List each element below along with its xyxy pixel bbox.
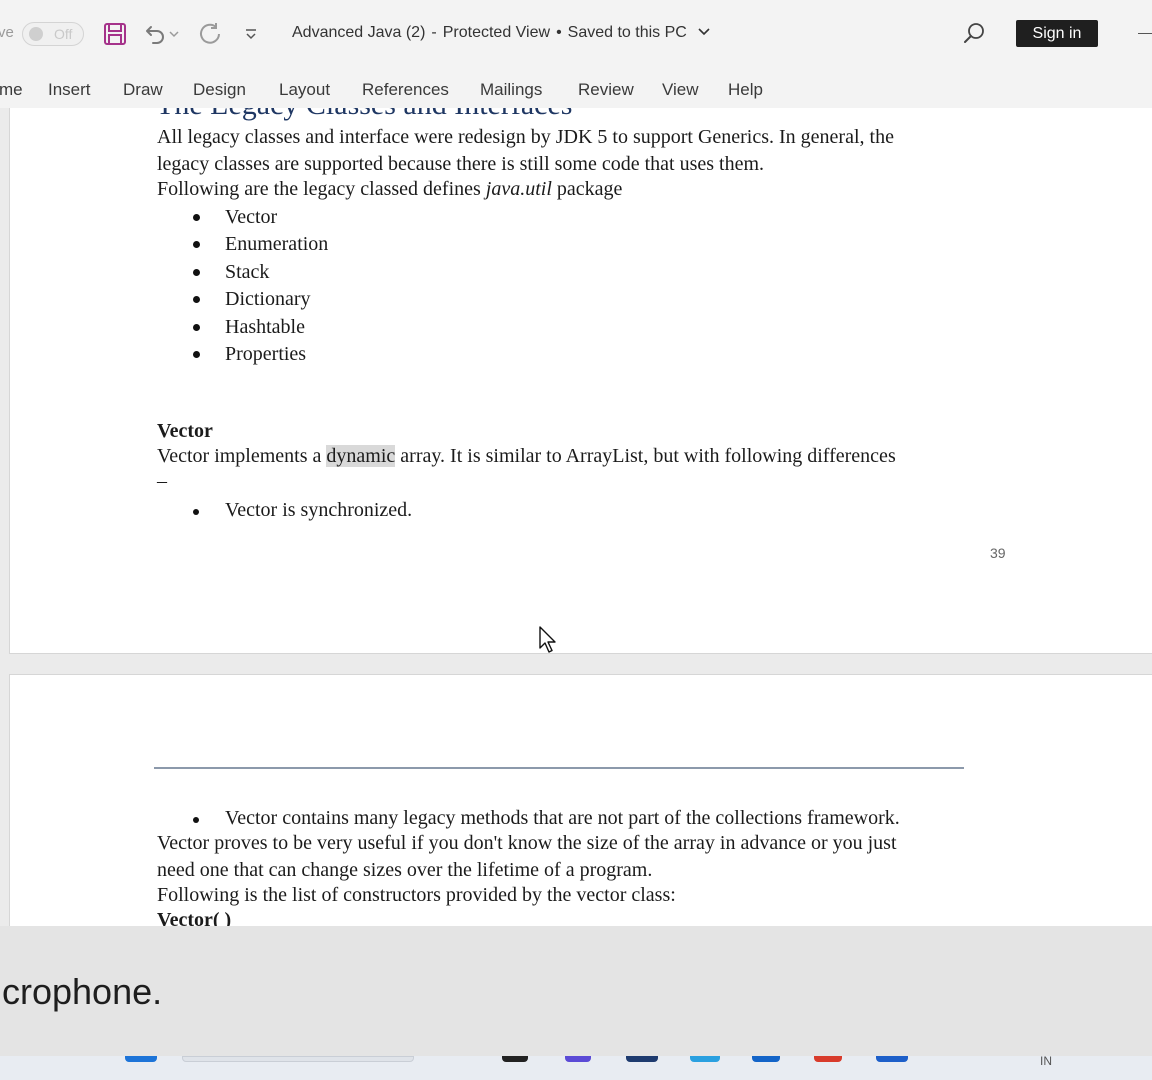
autosave-toggle[interactable]: Off xyxy=(22,22,84,46)
difference-item-1: Vector is synchronized. xyxy=(225,499,413,521)
search-box[interactable] xyxy=(182,1056,414,1062)
list-item: Dictionary xyxy=(225,288,311,310)
header-rule xyxy=(154,767,964,769)
bullet-icon xyxy=(193,817,199,823)
highlighted-word: dynamic xyxy=(326,445,396,467)
bullet-icon xyxy=(193,509,199,515)
taskbar-app-icon[interactable] xyxy=(752,1056,780,1062)
bullet-icon xyxy=(193,296,200,303)
save-icon[interactable] xyxy=(101,20,129,48)
tab-help[interactable]: Help xyxy=(728,80,763,100)
caption-text: icrophone. xyxy=(0,971,163,1012)
language-indicator[interactable]: IN xyxy=(1040,1054,1052,1068)
search-icon[interactable] xyxy=(960,20,988,48)
vector-desc-suffix: array. It is similar to ArrayList, but w… xyxy=(395,445,896,467)
save-status: Saved to this PC xyxy=(567,24,687,41)
redo-icon[interactable] xyxy=(196,20,224,48)
vector-desc-prefix: Vector implements a xyxy=(157,445,327,467)
title-dot: • xyxy=(556,24,562,41)
undo-dropdown-chevron-icon[interactable] xyxy=(166,20,182,48)
tab-references[interactable]: References xyxy=(362,80,449,100)
autosave-state: Off xyxy=(54,26,73,42)
document-title[interactable]: Advanced Java (2) - Protected View • Saved t… xyxy=(292,24,711,42)
following-prefix: Following are the legacy classed defines xyxy=(157,178,486,200)
following-package: java.util xyxy=(485,178,552,200)
bullet-icon xyxy=(193,241,200,248)
live-caption-bar: icrophone. xyxy=(0,926,1152,1056)
tab-layout[interactable]: Layout xyxy=(279,80,330,100)
list-item: Properties xyxy=(225,343,307,365)
paragraph-line-2: need one that can change sizes over the … xyxy=(157,859,653,881)
paragraph-line-1: Vector proves to be very useful if you d… xyxy=(157,832,897,854)
intro-line-1: All legacy classes and interface were re… xyxy=(157,126,894,148)
taskbar-app-icon[interactable] xyxy=(565,1056,591,1062)
document-name: Advanced Java (2) xyxy=(292,24,426,41)
constructors-line: Following is the list of constructors pr… xyxy=(157,884,676,906)
vector-description: Vector implements a dynamic array. It is… xyxy=(157,445,896,468)
following-suffix: package xyxy=(551,178,623,200)
list-item: Hashtable xyxy=(225,316,305,338)
list-item: Enumeration xyxy=(225,233,329,255)
autosave-label: ve xyxy=(0,24,14,41)
tab-mailings[interactable]: Mailings xyxy=(480,80,542,100)
dash: – xyxy=(157,470,167,492)
taskbar-app-icon[interactable] xyxy=(502,1056,528,1062)
title-bar: ve Off Advanced Java (2) - Protected View •… xyxy=(0,0,1152,68)
bullet-icon xyxy=(193,214,200,221)
bullet-icon xyxy=(193,324,200,331)
bullet-icon xyxy=(193,269,200,276)
view-mode: Protected View xyxy=(442,24,551,41)
bullet-icon xyxy=(193,351,200,358)
cursor-icon xyxy=(538,626,558,659)
difference-item-2: Vector contains many legacy methods that… xyxy=(225,807,900,829)
chevron-down-icon xyxy=(698,28,710,36)
taskbar: IN xyxy=(0,1054,1152,1080)
customize-qat-icon[interactable] xyxy=(237,20,265,48)
intro-line-2: legacy classes are supported because the… xyxy=(157,153,765,175)
constructor-clip: Vector( ) xyxy=(157,912,357,926)
section-heading: The Legacy Classes and Interfaces xyxy=(156,108,572,122)
word-taskbar-icon[interactable] xyxy=(876,1056,908,1062)
undo-icon[interactable] xyxy=(140,20,168,48)
sign-in-button[interactable]: Sign in xyxy=(1016,20,1098,47)
title-separator: - xyxy=(431,24,437,41)
following-line: Following are the legacy classed defines… xyxy=(157,178,622,201)
section-heading-clipped: The Legacy Classes and Interfaces xyxy=(156,108,656,122)
tab-design[interactable]: Design xyxy=(193,80,246,100)
minimize-button[interactable] xyxy=(1138,33,1152,34)
vector-section-title: Vector xyxy=(157,420,213,442)
list-item: Vector xyxy=(225,206,278,228)
tab-home[interactable]: me xyxy=(0,80,23,100)
toggle-knob xyxy=(29,27,43,41)
tab-insert[interactable]: Insert xyxy=(48,80,91,100)
taskbar-app-icon[interactable] xyxy=(690,1056,720,1062)
ribbon-tabs: me Insert Draw Design Layout References … xyxy=(0,68,1152,108)
tab-view[interactable]: View xyxy=(662,80,699,100)
list-item: Stack xyxy=(225,261,270,283)
constructor-heading: Vector( ) xyxy=(157,912,232,926)
tab-review[interactable]: Review xyxy=(578,80,634,100)
tab-draw[interactable]: Draw xyxy=(123,80,163,100)
page-number: 39 xyxy=(990,545,1006,561)
taskbar-app-icon[interactable] xyxy=(626,1056,658,1062)
start-icon[interactable] xyxy=(125,1056,157,1062)
taskbar-app-icon[interactable] xyxy=(814,1056,842,1062)
